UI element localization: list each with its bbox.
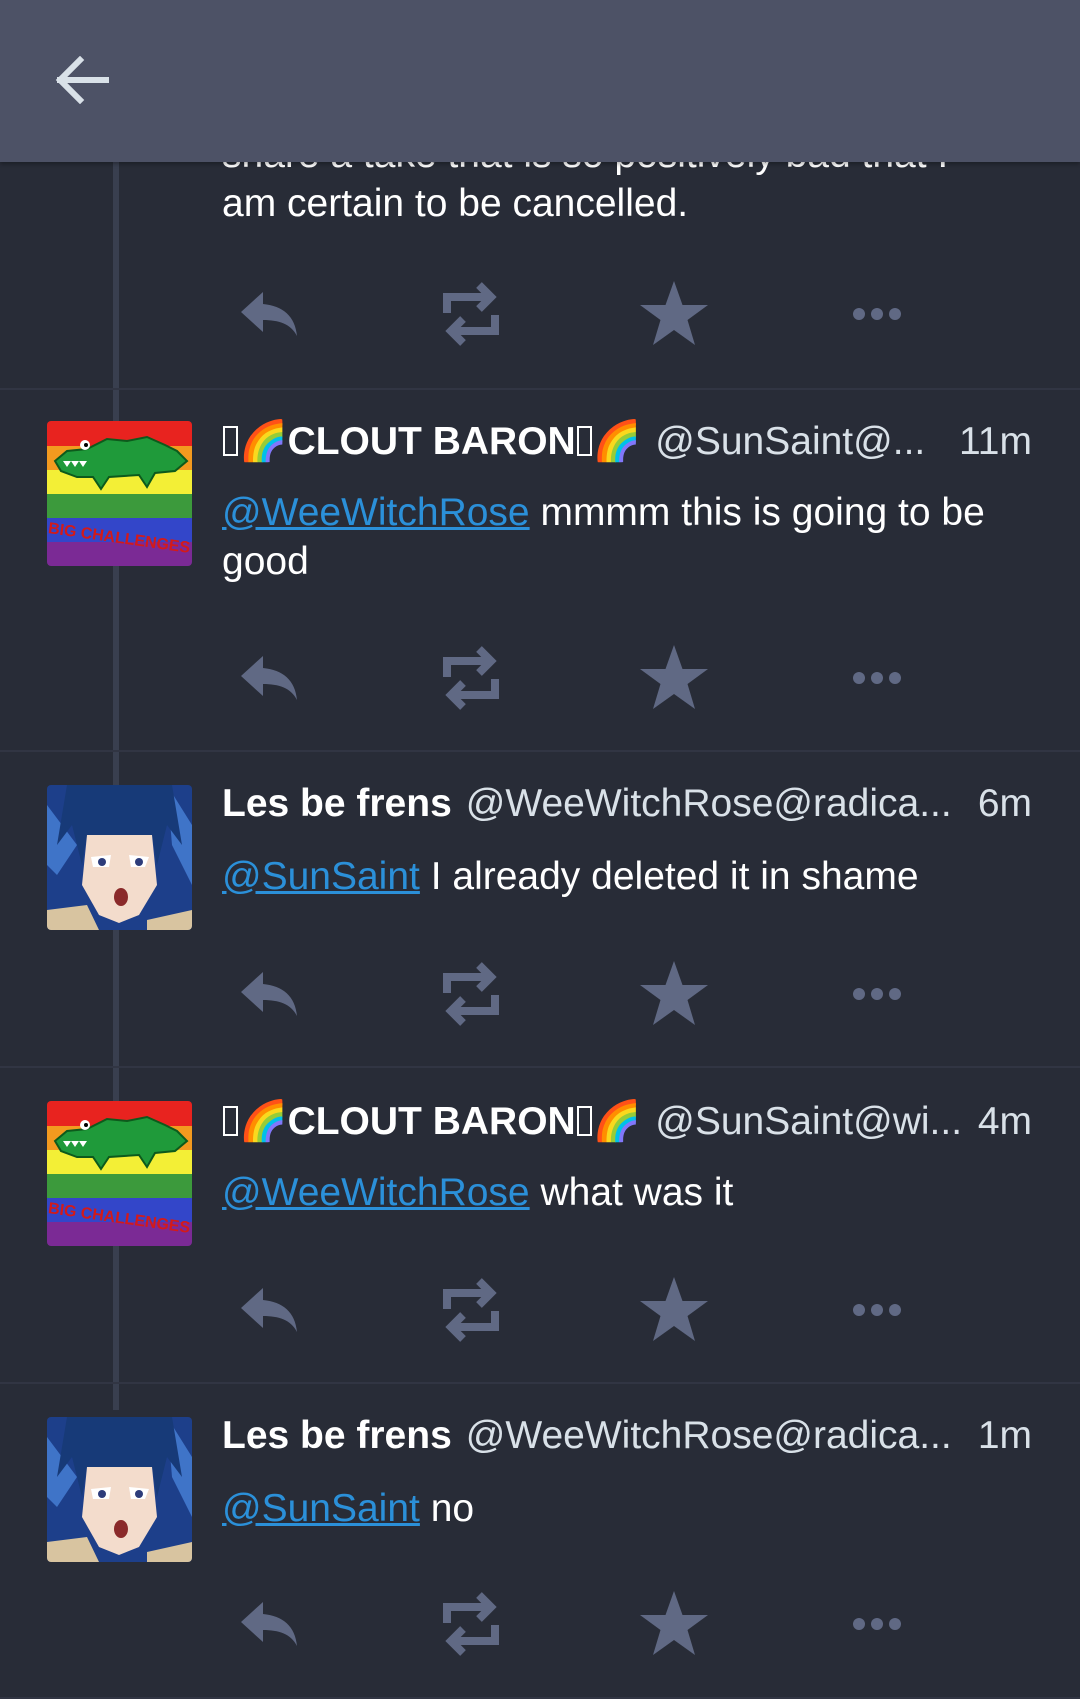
reply-button[interactable] xyxy=(229,638,309,718)
status-header: Les be frens @WeeWitchRose@radica... 1m xyxy=(222,1414,1032,1464)
boost-button[interactable] xyxy=(431,274,511,354)
status-actions xyxy=(0,274,1080,354)
reply-icon xyxy=(241,656,297,700)
more-button[interactable] xyxy=(837,274,917,354)
rainbow-emoji-icon: 🌈 xyxy=(592,1100,642,1143)
rainbow-emoji-icon: 🌈 xyxy=(592,420,642,463)
display-name-wrap[interactable]: 🌈CLOUT BARON 🌈 xyxy=(222,418,641,464)
boost-button[interactable] xyxy=(431,1270,511,1350)
ellipsis-icon xyxy=(853,1304,901,1316)
avatar[interactable] xyxy=(47,785,192,930)
favourite-button[interactable] xyxy=(634,274,714,354)
star-icon xyxy=(640,961,708,1025)
status-time[interactable]: 11m xyxy=(959,420,1032,464)
status-text: I already deleted it in shame xyxy=(419,855,919,898)
reply-icon xyxy=(241,1602,297,1646)
favourite-button[interactable] xyxy=(634,638,714,718)
ellipsis-icon xyxy=(853,308,901,320)
display-name[interactable]: Les be frens xyxy=(222,782,452,826)
status-header: 🌈CLOUT BARON 🌈 @SunSaint@... 11m xyxy=(222,418,1032,468)
display-name[interactable]: Les be frens xyxy=(222,1414,452,1458)
reply-button[interactable] xyxy=(229,274,309,354)
display-name-wrap[interactable]: 🌈CLOUT BARON 🌈 xyxy=(222,1098,641,1144)
rainbow-emoji-icon: 🌈 xyxy=(239,1100,288,1143)
status-item[interactable]: BIG CHALLENGES 🌈CLOUT BARON 🌈 @SunSaint@.… xyxy=(0,388,1080,752)
back-button[interactable] xyxy=(52,50,112,110)
rainbow-emoji-icon: 🌈 xyxy=(239,420,288,463)
status-actions xyxy=(0,638,1080,718)
reply-icon xyxy=(241,292,297,336)
more-button[interactable] xyxy=(837,1584,917,1664)
rainbow-crocodile-avatar-image: BIG CHALLENGES xyxy=(47,1101,192,1246)
status-header: Les be frens @WeeWitchRose@radica... 6m xyxy=(222,782,1032,832)
mention-link[interactable]: @SunSaint xyxy=(222,855,420,898)
favourite-button[interactable] xyxy=(634,954,714,1034)
retweet-icon xyxy=(443,1278,499,1342)
account-handle[interactable]: @WeeWitchRose@radica... xyxy=(466,782,972,826)
avatar[interactable]: BIG CHALLENGES xyxy=(47,421,192,566)
star-icon xyxy=(640,281,708,345)
display-name: CLOUT BARON xyxy=(287,1100,576,1143)
rainbow-crocodile-avatar-image: BIG CHALLENGES xyxy=(47,421,192,566)
top-app-bar xyxy=(0,0,1080,162)
anime-character-avatar-image xyxy=(47,785,192,930)
retweet-icon xyxy=(443,1592,499,1656)
custom-emoji-icon xyxy=(576,426,592,456)
more-button[interactable] xyxy=(837,954,917,1034)
account-handle[interactable]: @WeeWitchRose@radica... xyxy=(466,1414,972,1458)
boost-button[interactable] xyxy=(431,954,511,1034)
status-actions xyxy=(0,1584,1080,1664)
favourite-button[interactable] xyxy=(634,1270,714,1350)
star-icon xyxy=(640,645,708,709)
reply-button[interactable] xyxy=(229,1584,309,1664)
status-actions xyxy=(0,954,1080,1034)
more-button[interactable] xyxy=(837,1270,917,1350)
anime-character-avatar-image xyxy=(47,1417,192,1562)
status-content: @WeeWitchRose what was it xyxy=(222,1168,1022,1217)
custom-emoji-icon xyxy=(223,426,238,456)
boost-button[interactable] xyxy=(431,1584,511,1664)
status-text-line-2: am certain to be cancelled. xyxy=(222,182,689,225)
status-content: @WeeWitchRose mmmm this is going to be g… xyxy=(222,488,1022,586)
account-handle[interactable]: @SunSaint@wi... xyxy=(655,1100,972,1144)
custom-emoji-icon xyxy=(576,1106,592,1136)
custom-emoji-icon xyxy=(223,1106,238,1136)
status-header: 🌈CLOUT BARON 🌈 @SunSaint@wi... 4m xyxy=(222,1098,1032,1148)
status-time[interactable]: 6m xyxy=(978,782,1032,826)
avatar[interactable]: BIG CHALLENGES xyxy=(47,1101,192,1246)
favourite-button[interactable] xyxy=(634,1584,714,1664)
arrow-left-icon xyxy=(55,56,109,104)
more-button[interactable] xyxy=(837,638,917,718)
status-time[interactable]: 1m xyxy=(978,1414,1032,1458)
avatar[interactable] xyxy=(47,1417,192,1562)
star-icon xyxy=(640,1591,708,1655)
status-actions xyxy=(0,1270,1080,1350)
reply-icon xyxy=(241,1288,297,1332)
retweet-icon xyxy=(443,646,499,710)
status-content: @SunSaint I already deleted it in shame xyxy=(222,852,1022,901)
status-item[interactable]: BIG CHALLENGES 🌈CLOUT BARON 🌈 @SunSaint@w… xyxy=(0,1068,1080,1384)
mention-link[interactable]: @WeeWitchRose xyxy=(222,1171,530,1214)
status-item[interactable]: Les be frens @WeeWitchRose@radica... 6m … xyxy=(0,752,1080,1068)
reply-icon xyxy=(241,972,297,1016)
mention-link[interactable]: @WeeWitchRose xyxy=(222,491,530,534)
status-time[interactable]: 4m xyxy=(978,1100,1032,1144)
status-content: @SunSaint no xyxy=(222,1484,1022,1533)
retweet-icon xyxy=(443,962,499,1026)
status-item[interactable]: Les be frens @WeeWitchRose@radica... 1m … xyxy=(0,1384,1080,1699)
status-text: what was it xyxy=(529,1171,734,1214)
status-text: no xyxy=(419,1487,475,1530)
reply-button[interactable] xyxy=(229,954,309,1034)
ellipsis-icon xyxy=(853,672,901,684)
retweet-icon xyxy=(443,282,499,346)
star-icon xyxy=(640,1277,708,1341)
reply-button[interactable] xyxy=(229,1270,309,1350)
mention-link[interactable]: @SunSaint xyxy=(222,1487,420,1530)
account-handle[interactable]: @SunSaint@... xyxy=(655,420,953,464)
ellipsis-icon xyxy=(853,1618,901,1630)
display-name: CLOUT BARON xyxy=(287,420,576,463)
ellipsis-icon xyxy=(853,988,901,1000)
boost-button[interactable] xyxy=(431,638,511,718)
